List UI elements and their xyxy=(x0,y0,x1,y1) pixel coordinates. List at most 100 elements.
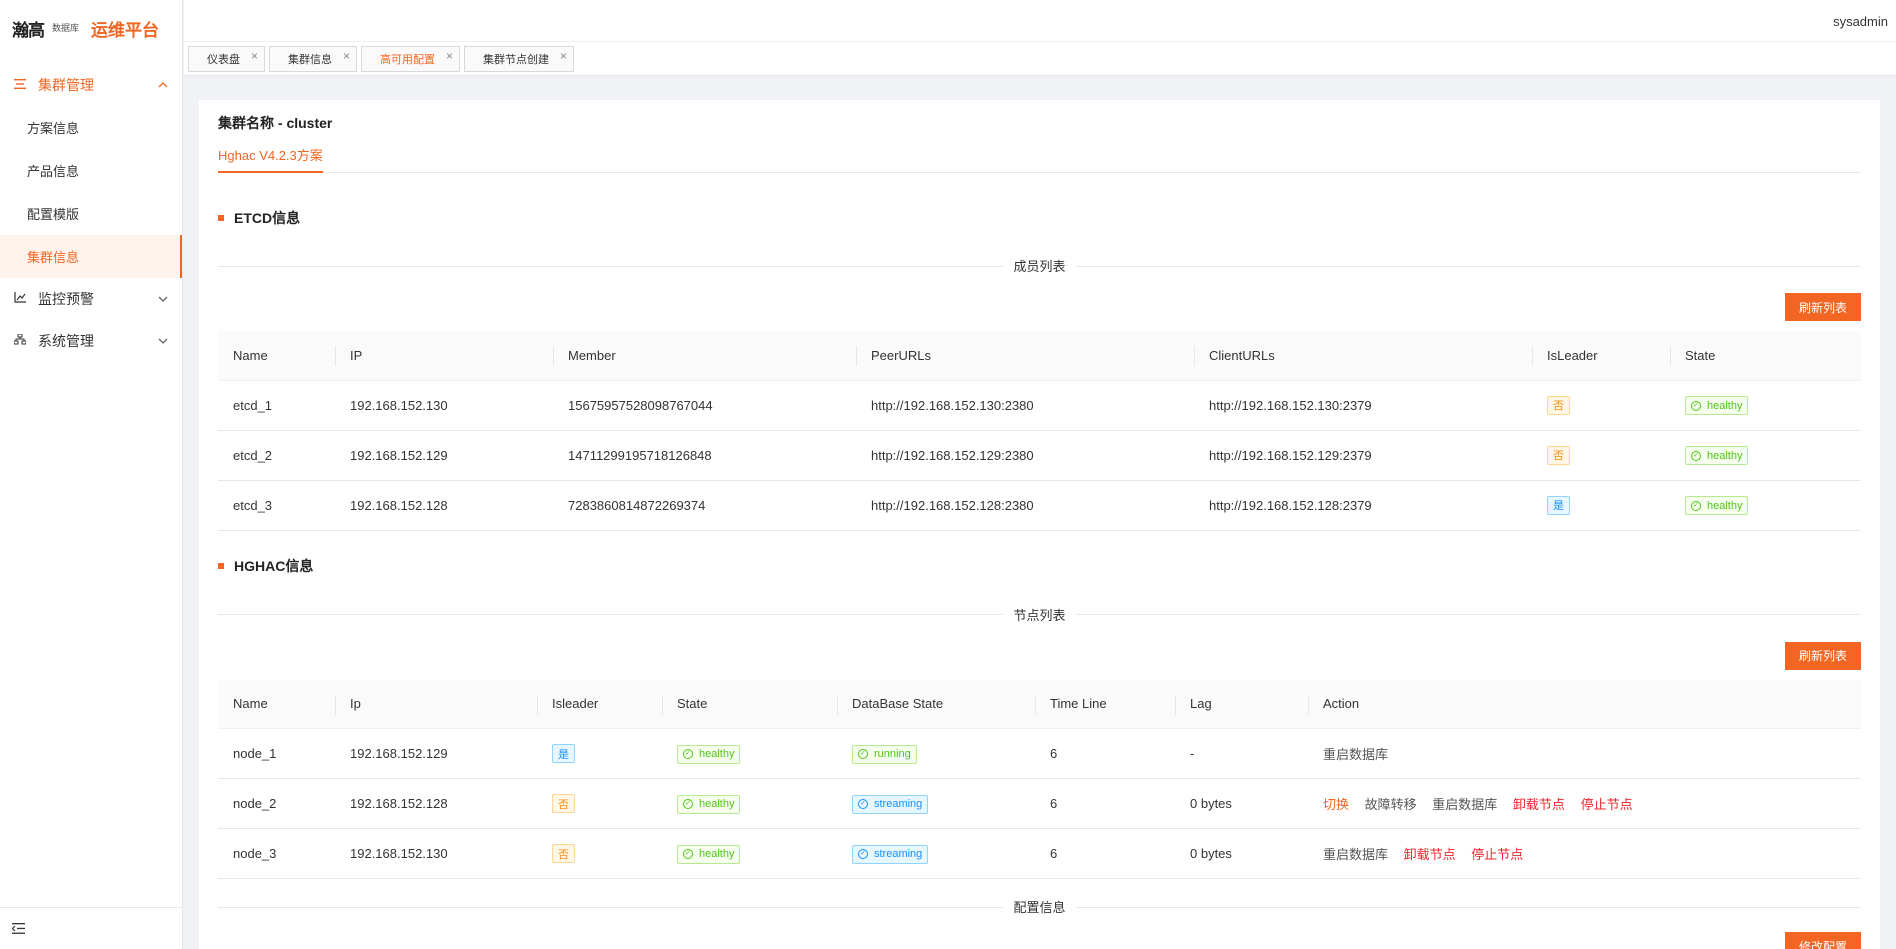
config-toolbar: 修改配置 xyxy=(218,932,1861,949)
cell-lag: - xyxy=(1175,728,1308,779)
cell-timeline: 6 xyxy=(1035,778,1175,829)
restart-db-link[interactable]: 重启数据库 xyxy=(1432,797,1497,812)
tab-scheme[interactable]: Hghac V4.2.3方案 xyxy=(218,145,323,173)
cell-name: node_2 xyxy=(218,778,335,829)
cell-actions: 切换 故障转移 重启数据库 卸载节点 停止节点 xyxy=(1308,778,1861,829)
edit-config-button[interactable]: 修改配置 xyxy=(1784,932,1861,949)
config-divider: 配置信息 xyxy=(218,897,1861,916)
status-text: healthy xyxy=(699,798,735,811)
close-icon[interactable]: × xyxy=(343,49,350,63)
column-header: State xyxy=(1670,331,1861,381)
cell-ip: 192.168.152.129 xyxy=(335,728,537,779)
close-icon[interactable]: × xyxy=(560,49,567,63)
leader-badge: 否 xyxy=(552,844,575,863)
tab-dashboard[interactable]: 仪表盘 × xyxy=(188,45,265,72)
column-header: ClientURLs xyxy=(1194,331,1532,381)
table-row: etcd_3 192.168.152.128 72838608148722693… xyxy=(218,480,1861,531)
status-text: healthy xyxy=(1707,449,1743,462)
column-header: Isleader xyxy=(537,679,662,729)
page-tabs: 仪表盘 × 集群信息 × 高可用配置 × 集群节点创建 × xyxy=(184,42,1896,76)
org-icon xyxy=(12,333,28,348)
cell-name: etcd_1 xyxy=(218,380,335,431)
sidebar-group-label: 系统管理 xyxy=(38,333,94,349)
uninstall-node-link[interactable]: 卸载节点 xyxy=(1404,847,1456,862)
cell-ip: 192.168.152.128 xyxy=(335,480,553,531)
sidebar-collapse-button[interactable] xyxy=(0,907,183,949)
chart-icon xyxy=(12,292,28,306)
uninstall-node-link[interactable]: 卸载节点 xyxy=(1513,797,1565,812)
restart-db-link[interactable]: 重启数据库 xyxy=(1323,747,1388,762)
status-badge: ✓ healthy xyxy=(1685,446,1749,466)
check-circle-icon: ✓ xyxy=(1691,450,1701,461)
app-title: 运维平台 xyxy=(91,20,160,40)
etcd-refresh-button[interactable]: 刷新列表 xyxy=(1784,293,1861,321)
sidebar-item-product-info[interactable]: 产品信息 xyxy=(0,149,182,192)
cell-member: 7283860814872269374 xyxy=(553,480,856,531)
cell-ip: 192.168.152.128 xyxy=(335,778,537,829)
column-header: State xyxy=(662,679,837,729)
etcd-divider: 成员列表 xyxy=(218,256,1861,275)
switchover-link[interactable]: 切换 xyxy=(1323,797,1349,812)
leader-badge: 是 xyxy=(1547,495,1570,515)
sidebar-item-cluster-info[interactable]: 集群信息 xyxy=(0,235,182,278)
restart-db-link[interactable]: 重启数据库 xyxy=(1323,847,1388,862)
chevron-up-icon xyxy=(158,80,168,91)
tab-label: 仪表盘 xyxy=(207,53,240,66)
table-row: node_2 192.168.152.128 否 ✓ healthy ✓ strea… xyxy=(218,778,1861,829)
logo: 瀚高 数据库 运维平台 xyxy=(0,0,182,56)
cell-client-urls: http://192.168.152.129:2379 xyxy=(1194,430,1532,481)
divider-label: 成员列表 xyxy=(1003,259,1076,274)
sidebar: 瀚高 数据库 运维平台 集群管理 方案信息 产品信息 配置模版 集群信息 监控预… xyxy=(0,0,183,949)
sidebar-group-system-management[interactable]: 系统管理 xyxy=(0,320,182,362)
tab-cluster-info[interactable]: 集群信息 × xyxy=(269,45,357,72)
status-text: healthy xyxy=(699,748,735,761)
stop-node-link[interactable]: 停止节点 xyxy=(1471,847,1523,862)
cell-db-state: ✓ streaming xyxy=(837,778,1035,829)
cell-lag: 0 bytes xyxy=(1175,828,1308,879)
check-circle-icon: ✓ xyxy=(683,799,693,810)
close-icon[interactable]: × xyxy=(251,49,258,63)
column-header: Member xyxy=(553,331,856,381)
cell-timeline: 6 xyxy=(1035,828,1175,879)
cell-peer-urls: http://192.168.152.130:2380 xyxy=(856,380,1194,431)
cell-is-leader: 是 xyxy=(1532,480,1670,531)
db-state-badge: ✓ streaming xyxy=(852,794,929,814)
failover-link[interactable]: 故障转移 xyxy=(1365,797,1417,812)
cell-timeline: 6 xyxy=(1035,728,1175,779)
column-header: IP xyxy=(335,331,553,381)
tab-cluster-node-create[interactable]: 集群节点创建 × xyxy=(464,45,574,72)
hghac-divider: 节点列表 xyxy=(218,605,1861,624)
user-name[interactable]: sysadmin xyxy=(1833,14,1888,29)
logo-sub: 数据库 xyxy=(52,22,80,33)
db-state-badge: ✓ streaming xyxy=(852,844,929,864)
logo-mark: 瀚高 xyxy=(12,20,45,41)
sidebar-group-monitoring[interactable]: 监控预警 xyxy=(0,278,182,320)
leader-badge: 否 xyxy=(552,794,575,813)
column-header: DataBase State xyxy=(837,679,1035,729)
cell-lag: 0 bytes xyxy=(1175,778,1308,829)
tab-label: 集群信息 xyxy=(288,53,332,66)
cell-is-leader: 否 xyxy=(1532,430,1670,481)
section-title-text: HGHAC信息 xyxy=(234,557,314,574)
stop-node-link[interactable]: 停止节点 xyxy=(1581,797,1633,812)
hghac-table: Name Ip Isleader State DataBase State Ti… xyxy=(218,679,1861,879)
column-header: Name xyxy=(218,331,335,381)
hghac-refresh-button[interactable]: 刷新列表 xyxy=(1784,641,1861,670)
db-state-text: streaming xyxy=(874,848,923,861)
cell-ip: 192.168.152.130 xyxy=(335,380,553,431)
table-row: etcd_1 192.168.152.130 15675957528098767… xyxy=(218,380,1861,431)
etcd-section-title: ETCD信息 xyxy=(218,208,1861,228)
list-icon xyxy=(12,78,28,92)
sidebar-item-config-template[interactable]: 配置模版 xyxy=(0,192,182,235)
cell-db-state: ✓ streaming xyxy=(837,828,1035,879)
tab-ha-config[interactable]: 高可用配置 × xyxy=(361,45,460,72)
sidebar-item-plan-info[interactable]: 方案信息 xyxy=(0,106,182,149)
section-marker-icon xyxy=(218,215,224,221)
sidebar-group-cluster-management[interactable]: 集群管理 xyxy=(0,64,182,106)
close-icon[interactable]: × xyxy=(446,49,453,63)
cell-is-leader: 否 xyxy=(537,828,662,879)
column-header: IsLeader xyxy=(1532,331,1670,381)
check-circle-icon: ✓ xyxy=(858,849,868,860)
cell-is-leader: 否 xyxy=(1532,380,1670,431)
column-header: Name xyxy=(218,679,335,729)
